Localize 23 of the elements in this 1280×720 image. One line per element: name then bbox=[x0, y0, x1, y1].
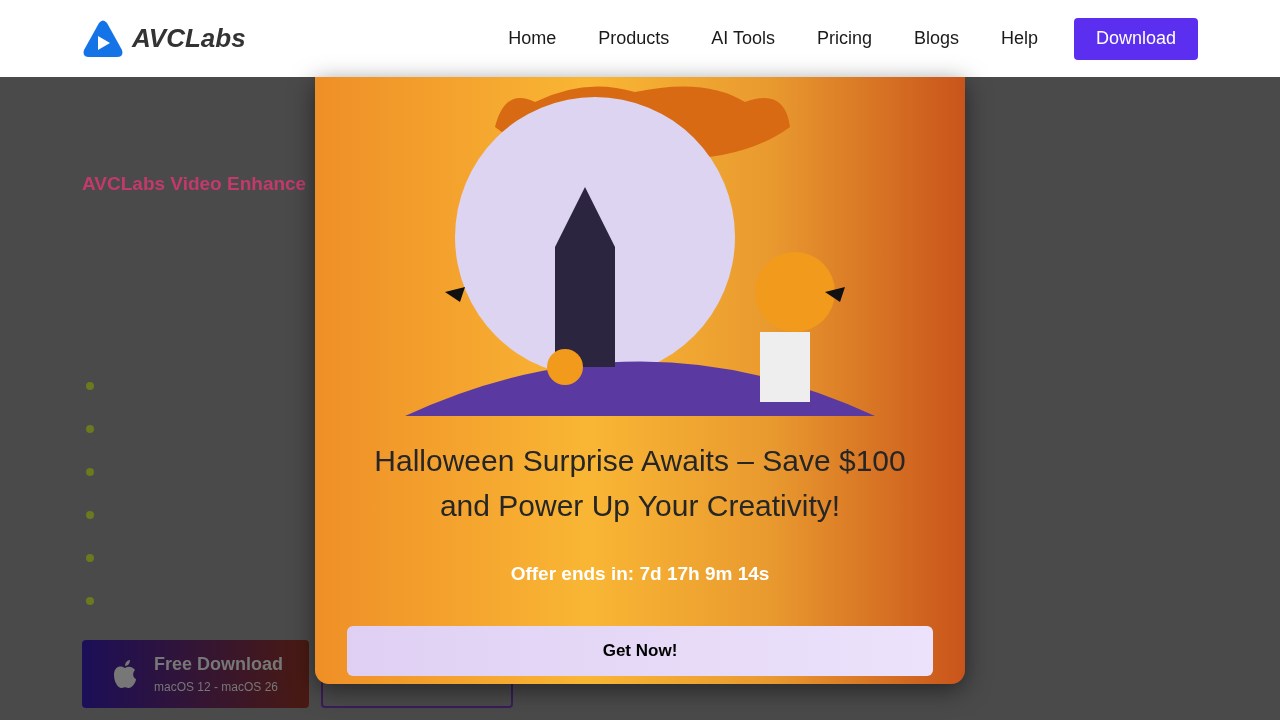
brand-name[interactable]: AVCLabs bbox=[132, 19, 246, 58]
bullet-dot-icon bbox=[86, 510, 94, 519]
bullet-dot-icon bbox=[86, 381, 94, 390]
button-label: Free Download bbox=[154, 653, 283, 677]
bullet-dot-icon bbox=[86, 424, 94, 433]
promo-headline: Halloween Surprise Awaits – Save $100 and Power Up Your Creativity! bbox=[373, 443, 907, 524]
nav-link[interactable]: AI Tools bbox=[711, 25, 775, 52]
nav-link[interactable]: Pricing bbox=[816, 25, 872, 52]
logo-icon[interactable] bbox=[82, 19, 124, 58]
bullet-dot-icon bbox=[86, 553, 94, 562]
bullet-dot-icon bbox=[86, 596, 94, 605]
get-now-button[interactable]: Get Now! bbox=[347, 625, 933, 676]
free-download-button[interactable]: Free Download macOS 12 - macOS 26 bbox=[82, 639, 309, 708]
page-heading: AVCLabs Video Enhance bbox=[82, 173, 308, 196]
nav-link[interactable]: Home bbox=[508, 25, 557, 52]
nav-link[interactable]: Help bbox=[1000, 25, 1038, 52]
nav-link[interactable]: Blogs bbox=[913, 25, 959, 52]
nav-link[interactable]: Products bbox=[598, 25, 670, 52]
countdown-text: Offer ends in: 7d 17h 9m 14s bbox=[509, 562, 771, 586]
apple-icon bbox=[112, 658, 138, 689]
download-button[interactable]: Download bbox=[1074, 17, 1198, 60]
bullet-dot-icon bbox=[86, 467, 94, 476]
os-version-text: macOS 12 - macOS 26 bbox=[154, 679, 280, 697]
